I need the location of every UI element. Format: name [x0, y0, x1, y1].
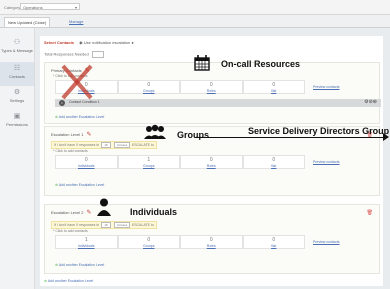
- person-icon: [97, 198, 111, 216]
- annotation-groups: Groups: [177, 130, 210, 140]
- stat-individuals[interactable]: 1 Individuals: [55, 235, 118, 249]
- escalation-radio[interactable]: ◉: [79, 40, 83, 45]
- edit-pencil-icon[interactable]: ✎: [86, 132, 91, 138]
- category-label: Category: [4, 5, 21, 10]
- sidebar-item-label: Settings: [9, 98, 25, 103]
- escalation-option-label: Use notification escalation: [83, 40, 131, 45]
- condition-text: If I don't have X responses in: [54, 143, 100, 147]
- arrow-head: [383, 133, 389, 141]
- total-responses-input[interactable]: [91, 51, 104, 58]
- contacts-icon: ☷: [13, 65, 21, 72]
- calendar-icon: [194, 55, 210, 71]
- sidebar-item-settings[interactable]: ⚙ Settings: [0, 86, 34, 110]
- tab-new-updated[interactable]: New Updated (Close): [4, 17, 51, 27]
- condition-suffix: ESCALATE to: [131, 223, 154, 227]
- stat-groups[interactable]: 0 Groups: [117, 80, 180, 94]
- unit-select[interactable]: minutes: [114, 222, 130, 229]
- stat-ilist[interactable]: 0 Ilist: [242, 235, 305, 249]
- stat-roles[interactable]: 0 Roles: [180, 235, 243, 249]
- sidebar-item-label: Permissions: [6, 122, 28, 127]
- condition-suffix: ESCALATE to: [131, 143, 154, 147]
- help-icon[interactable]: ●: [131, 40, 133, 45]
- total-responses-row: Total Responses Needed: [44, 51, 104, 58]
- sidebar-item-permissions[interactable]: ▣ Permissions: [0, 110, 34, 134]
- add-escalation-bottom-link[interactable]: Add another Escalation Level: [44, 279, 94, 283]
- tab-bar: New Updated (Close) Manage: [0, 15, 390, 28]
- arrow-line: [195, 137, 385, 138]
- stat-roles[interactable]: 0 Roles: [180, 155, 243, 169]
- stat-groups[interactable]: 1 Groups: [117, 155, 180, 169]
- sidebar-item-label: Types & Message: [1, 48, 33, 53]
- click-to-add[interactable]: * Click to add contacts: [53, 149, 88, 153]
- escalation-condition: If I don't have X responses in 15 minute…: [51, 141, 157, 149]
- tab-manage[interactable]: Manage: [66, 17, 86, 26]
- contact-stats: 1 Individuals 0 Groups 0 Roles 0 Ilist: [55, 235, 305, 249]
- lock-icon: ▣: [13, 113, 21, 120]
- contact-stats: 0 Individuals 1 Groups 0 Roles 0 Ilist: [55, 155, 305, 169]
- page-title: Select Contacts: [44, 40, 75, 45]
- select-contacts-header: Select Contacts ◉ Use notification escal…: [44, 40, 134, 45]
- gear-icon: ⚙: [13, 89, 21, 96]
- delete-icon[interactable]: 🗑: [367, 210, 373, 216]
- stat-roles[interactable]: 0 Roles: [180, 80, 243, 94]
- red-x-mark: [61, 64, 93, 100]
- add-escalation-link[interactable]: Add another Escalation Level: [55, 115, 105, 119]
- escalation-level-2: Escalation Level 2 ✎ 🗑 If I don't have X …: [44, 204, 380, 274]
- annotation-individuals: Individuals: [130, 207, 178, 217]
- condition-actions-icon[interactable]: ⚙⊘⊕: [364, 99, 377, 105]
- annotation-oncall: On-call Resources: [221, 59, 301, 69]
- stat-ilist[interactable]: 0 Ilist: [242, 155, 305, 169]
- users-icon: ⚇: [13, 39, 21, 46]
- edit-pencil-icon[interactable]: ✎: [86, 210, 91, 216]
- group-people-icon: [144, 124, 166, 139]
- sidebar-item-types-message[interactable]: ⚇ Types & Message: [0, 36, 34, 60]
- top-bar: Category Operations: [0, 0, 390, 15]
- preview-contacts-link[interactable]: Preview contacts: [313, 240, 339, 244]
- minutes-input[interactable]: 15: [101, 222, 112, 229]
- preview-contacts-link[interactable]: Preview contacts: [313, 85, 339, 89]
- add-escalation-link[interactable]: Add another Escalation Level: [55, 183, 105, 187]
- sidebar-item-contacts[interactable]: ☷ Contacts: [0, 62, 34, 86]
- sidebar-item-label: Contacts: [9, 74, 25, 79]
- escalation-condition: If I don't have X responses in 15 minute…: [51, 221, 157, 229]
- add-escalation-link[interactable]: Add another Escalation Level: [55, 263, 105, 267]
- stat-ilist[interactable]: 0 Ilist: [242, 80, 305, 94]
- condition-text: If I don't have X responses in: [54, 223, 100, 227]
- category-select[interactable]: Operations: [20, 3, 80, 11]
- unit-select[interactable]: minutes: [114, 142, 130, 149]
- total-responses-label: Total Responses Needed: [44, 51, 89, 57]
- preview-contacts-link[interactable]: Preview contacts: [313, 160, 339, 164]
- level-title: Escalation Level 1 ✎: [51, 132, 92, 138]
- annotation-sdd-group: Service Delivery Directors Group: [248, 126, 390, 136]
- minutes-input[interactable]: 15: [101, 142, 112, 149]
- stat-groups[interactable]: 0 Groups: [117, 235, 180, 249]
- level-title: Escalation Level 2 ✎: [51, 210, 92, 216]
- stat-individuals[interactable]: 0Individuals: [55, 155, 118, 169]
- contact-condition-bar: • Contact Condition 1 ⚙⊘⊕: [55, 99, 381, 107]
- click-to-add[interactable]: * Click to add contacts: [53, 229, 88, 233]
- sidebar: ⚇ Types & Message ☷ Contacts ⚙ Settings …: [0, 28, 35, 289]
